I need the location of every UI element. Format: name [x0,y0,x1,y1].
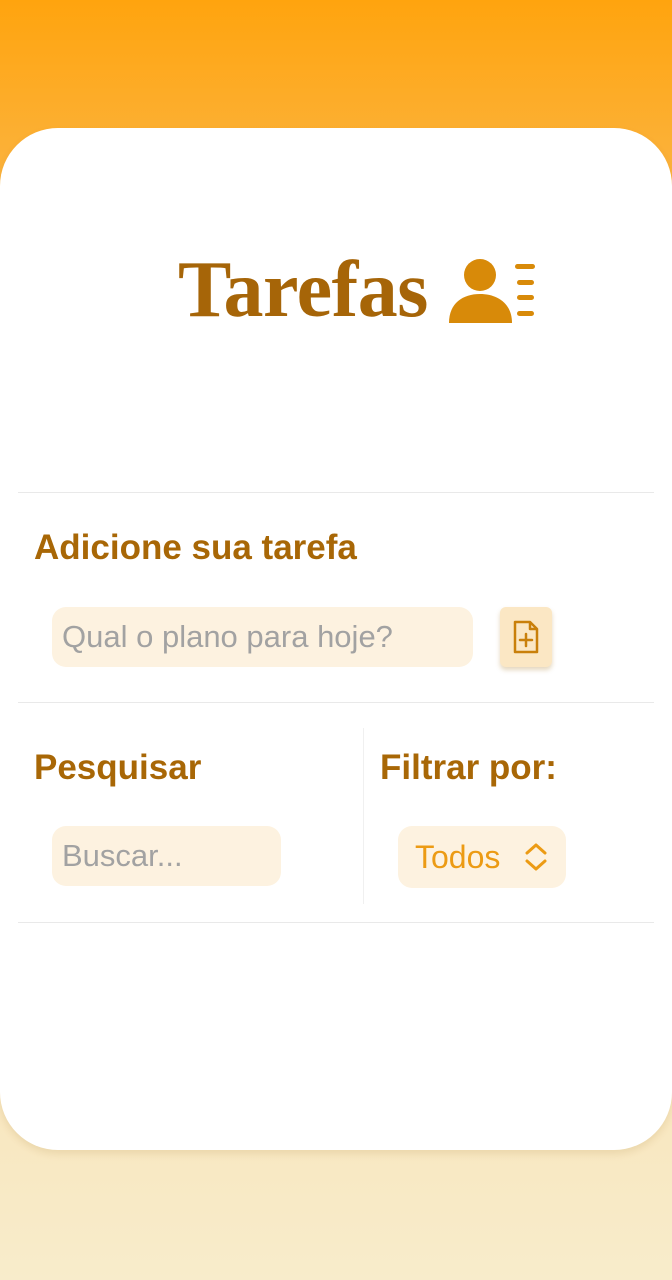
filter-selected-value: Todos [415,839,501,875]
app-header: Tarefas [0,245,672,335]
search-input[interactable] [52,826,281,886]
divider-bottom [18,922,654,923]
add-task-button[interactable] [500,607,552,667]
task-input[interactable] [52,607,473,667]
search-title: Pesquisar [34,748,202,787]
divider-middle [18,702,654,703]
user-list-icon [449,259,535,323]
divider-top [18,492,654,493]
add-task-title: Adicione sua tarefa [34,528,357,567]
chevron-up-down-icon [525,843,547,871]
app-title: Tarefas [178,246,428,334]
file-plus-icon [513,620,539,654]
filter-title: Filtrar por: [380,748,557,787]
divider-vertical [363,728,364,904]
filter-select[interactable]: Todos [398,826,566,888]
